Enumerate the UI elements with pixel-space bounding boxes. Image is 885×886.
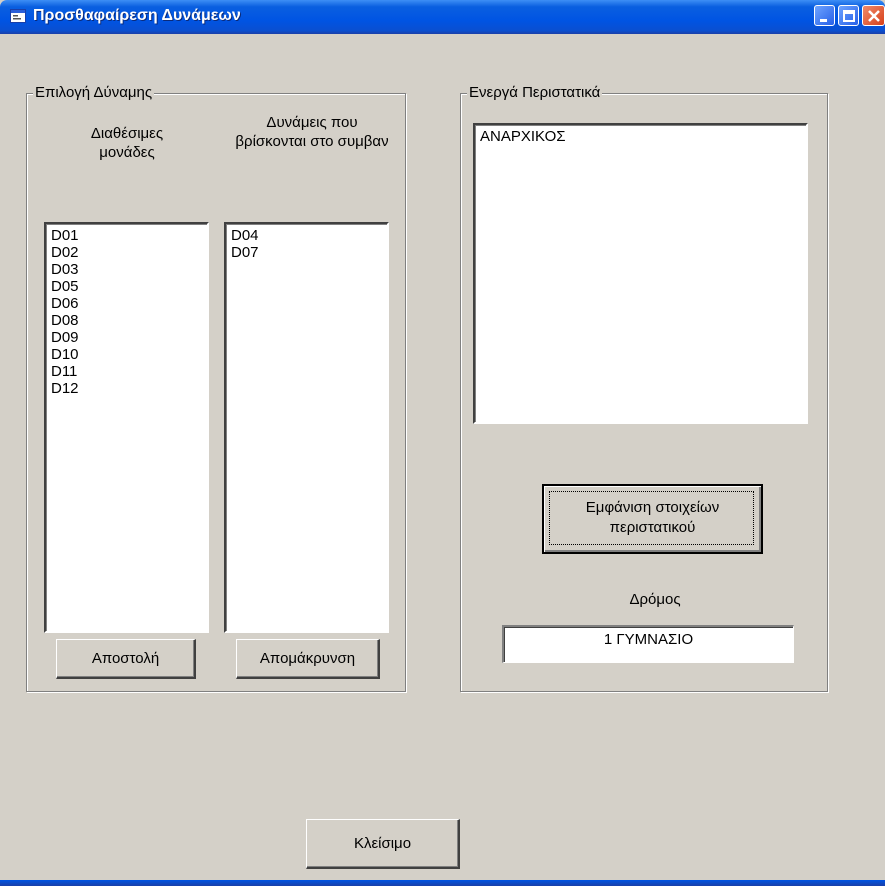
minimize-button[interactable]: [814, 5, 835, 26]
window-bottom-border: [0, 880, 885, 886]
close-icon: [868, 10, 880, 22]
close-window-button[interactable]: [862, 5, 885, 26]
incident-item[interactable]: ΑΝΑΡΧΙΚΟΣ: [480, 128, 801, 145]
available-unit-item[interactable]: D01: [51, 227, 202, 244]
available-unit-item[interactable]: D08: [51, 312, 202, 329]
available-unit-item[interactable]: D03: [51, 261, 202, 278]
available-units-list[interactable]: D01 D02 D03 D05 D06 D08 D09 D10 D11 D12: [44, 222, 209, 633]
title-bar[interactable]: Προσθαφαίρεση Δυνάμεων: [0, 0, 885, 34]
form-window-icon: [10, 9, 26, 23]
minimize-icon: [820, 19, 827, 22]
available-unit-item[interactable]: D05: [51, 278, 202, 295]
close-button-label: Κλείσιμο: [353, 835, 412, 852]
app-window: Προσθαφαίρεση Δυνάμεων Επιλογή Δύναμης Δ…: [0, 0, 885, 886]
available-unit-item[interactable]: D12: [51, 380, 202, 397]
street-field[interactable]: 1 ΓΥΜΝΑΣΙΟ: [502, 625, 794, 663]
maximize-icon: [843, 10, 855, 22]
remove-button[interactable]: Απομάκρυνση: [236, 639, 380, 679]
force-group-legend: Επιλογή Δύναμης: [33, 84, 155, 101]
available-unit-item[interactable]: D02: [51, 244, 202, 261]
street-label: Δρόμος: [629, 591, 681, 608]
send-button-label: Αποστολή: [91, 650, 160, 667]
available-unit-item[interactable]: D11: [51, 363, 202, 380]
remove-button-label: Απομάκρυνση: [259, 650, 356, 667]
show-incident-details-button[interactable]: Εμφάνιση στοιχείων περιστατικού: [542, 484, 763, 554]
street-value: 1 ΓΥΜΝΑΣΙΟ: [603, 631, 694, 648]
assigned-units-list[interactable]: D04 D07: [224, 222, 389, 633]
available-unit-item[interactable]: D06: [51, 295, 202, 312]
window-title: Προσθαφαίρεση Δυνάμεων: [33, 7, 241, 24]
available-unit-item[interactable]: D10: [51, 346, 202, 363]
send-button[interactable]: Αποστολή: [56, 639, 196, 679]
available-unit-item[interactable]: D09: [51, 329, 202, 346]
incidents-group-legend: Ενεργά Περιστατικά: [467, 84, 603, 101]
assigned-unit-item[interactable]: D04: [231, 227, 382, 244]
show-details-label: Εμφάνιση στοιχείων περιστατικού: [585, 499, 720, 536]
available-units-header: Διαθέσιμες μονάδες: [90, 125, 164, 161]
active-incidents-list[interactable]: ΑΝΑΡΧΙΚΟΣ: [473, 123, 808, 424]
assigned-unit-item[interactable]: D07: [231, 244, 382, 261]
maximize-button[interactable]: [838, 5, 859, 26]
assigned-units-header: Δυνάμεις που βρίσκονται στο συμβαν: [235, 114, 389, 150]
close-button[interactable]: Κλείσιμο: [306, 819, 460, 869]
